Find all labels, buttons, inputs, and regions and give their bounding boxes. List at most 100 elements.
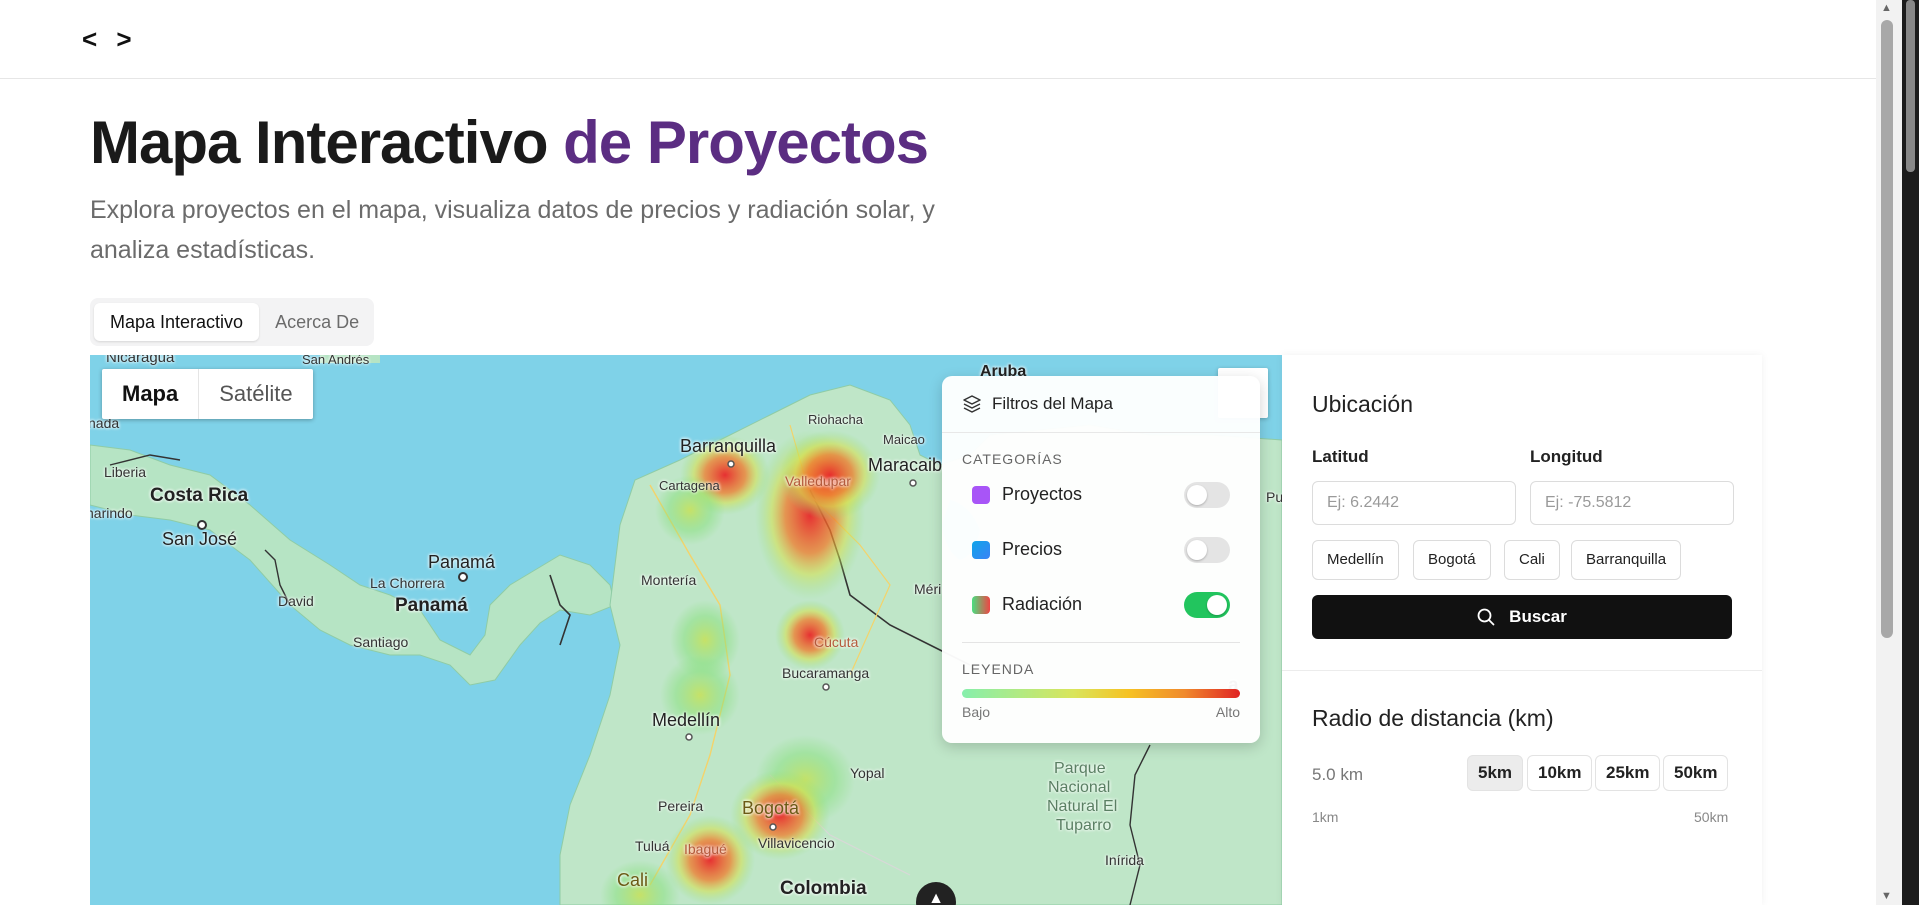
legend-label: LEYENDA bbox=[962, 661, 1035, 677]
map-label-parque-1: Parque bbox=[1054, 760, 1106, 777]
map-label-merida: Méri bbox=[914, 581, 942, 597]
toggle-knob bbox=[1187, 484, 1207, 505]
tab-acerca-de[interactable]: Acerca De bbox=[259, 303, 375, 341]
map-label-david: David bbox=[278, 593, 314, 609]
scroll-down-arrow-icon[interactable]: ▼ bbox=[1881, 890, 1892, 902]
map-label-narindo: narindo bbox=[90, 505, 133, 521]
city-dot-bucaramanga bbox=[822, 683, 830, 691]
longitude-input[interactable] bbox=[1530, 481, 1734, 525]
map-label-cartagena: Cartagena bbox=[659, 478, 720, 493]
map-label-medellin: Medellín bbox=[652, 710, 721, 730]
map-label-bucaramanga: Bucaramanga bbox=[782, 665, 870, 681]
page-title: Mapa Interactivo de Proyectos bbox=[90, 108, 929, 178]
category-row-radiacion: Radiación bbox=[942, 577, 1260, 632]
precios-swatch bbox=[972, 540, 990, 559]
radius-option-25km[interactable]: 25km bbox=[1595, 755, 1661, 791]
map-label-santiago: Santiago bbox=[353, 634, 409, 650]
radius-value: 5.0 km bbox=[1312, 765, 1364, 784]
map-label-panama-region: Panamá bbox=[428, 552, 496, 572]
city-chip-cali[interactable]: Cali bbox=[1504, 540, 1560, 580]
panel-divider bbox=[1282, 670, 1762, 671]
city-dot-barranquilla bbox=[727, 460, 735, 468]
map-label-barranquilla: Barranquilla bbox=[680, 436, 777, 456]
latitude-label: Latitud bbox=[1312, 447, 1369, 466]
filters-divider bbox=[962, 642, 1240, 643]
radius-title: Radio de distancia (km) bbox=[1312, 705, 1554, 731]
legend-high-label: Alto bbox=[1215, 704, 1240, 720]
category-name-precios: Precios bbox=[1002, 539, 1063, 559]
search-icon bbox=[1477, 608, 1495, 626]
legend-low-label: Bajo bbox=[962, 704, 991, 720]
map-label-tulua: Tuluá bbox=[635, 838, 670, 854]
map-label-colombia: Colombia bbox=[780, 878, 867, 899]
map-label-maicao: Maicao bbox=[883, 432, 925, 447]
radius-option-10km[interactable]: 10km bbox=[1527, 755, 1593, 791]
map-label-monteria: Montería bbox=[641, 572, 697, 588]
map-label-pu: Pu bbox=[1266, 489, 1282, 505]
radius-option-5km[interactable]: 5km bbox=[1467, 755, 1524, 791]
filters-title: Filtros del Mapa bbox=[992, 394, 1113, 413]
map-label-ibague: Ibagué bbox=[684, 841, 727, 857]
map-label-nicaragua: Nicaragua bbox=[106, 355, 175, 366]
forward-arrow-icon[interactable]: > bbox=[116, 24, 137, 54]
category-name-radiacion: Radiación bbox=[1002, 594, 1083, 614]
map-label-san-jose: San José bbox=[162, 529, 238, 549]
precios-toggle[interactable] bbox=[1184, 536, 1230, 563]
page-title-main: Mapa Interactivo bbox=[90, 109, 564, 176]
nav-arrows: < > bbox=[82, 24, 138, 55]
search-button[interactable]: Buscar bbox=[1312, 595, 1732, 639]
location-panel: Ubicación Latitud Longitud Medellín Bogo… bbox=[1282, 355, 1762, 905]
latitude-input[interactable] bbox=[1312, 481, 1516, 525]
map-label-cucuta: Cúcuta bbox=[814, 634, 859, 650]
layers-icon bbox=[963, 395, 981, 413]
view-tabs: Mapa Interactivo Acerca De bbox=[90, 298, 374, 346]
city-dot-san-jose bbox=[197, 520, 207, 530]
city-chip-barranquilla[interactable]: Barranquilla bbox=[1571, 540, 1682, 580]
scroll-thumb[interactable] bbox=[1881, 20, 1893, 638]
map-label-costa-rica: Costa Rica bbox=[150, 485, 249, 506]
city-chip-medellin[interactable]: Medellín bbox=[1312, 540, 1399, 580]
proyectos-toggle[interactable] bbox=[1184, 481, 1230, 508]
radius-min-label: 1km bbox=[1312, 809, 1339, 825]
map-label-parque-2: Nacional bbox=[1048, 779, 1111, 796]
toggle-knob bbox=[1207, 594, 1227, 615]
map-label-la-chorrera: La Chorrera bbox=[370, 575, 445, 591]
map-label-inirida: Inírida bbox=[1105, 852, 1144, 868]
map-label-liberia: Liberia bbox=[104, 464, 147, 480]
legend-ends: Bajo Alto bbox=[962, 704, 1240, 720]
page-title-accent: de Proyectos bbox=[563, 109, 929, 176]
location-title: Ubicación bbox=[1312, 391, 1413, 417]
map-label-pereira: Pereira bbox=[658, 798, 704, 814]
back-arrow-icon[interactable]: < bbox=[82, 24, 103, 54]
city-dot-bogota bbox=[769, 823, 777, 831]
map-label-parque-3: Natural El bbox=[1047, 798, 1118, 815]
map-label-cali: Cali bbox=[617, 870, 649, 890]
map-type-control: Mapa Satélite bbox=[102, 369, 313, 419]
map-type-satellite-button[interactable]: Satélite bbox=[199, 369, 312, 419]
proyectos-swatch bbox=[972, 485, 990, 504]
scroll-up-arrow-icon[interactable]: ▲ bbox=[1881, 2, 1892, 14]
longitude-label: Longitud bbox=[1530, 447, 1603, 466]
category-row-precios: Precios bbox=[942, 522, 1260, 577]
radiacion-swatch bbox=[972, 595, 990, 614]
city-chip-bogota[interactable]: Bogotá bbox=[1413, 540, 1491, 580]
map-label-parque-4: Tuparro bbox=[1056, 817, 1112, 834]
search-button-label: Buscar bbox=[1509, 607, 1567, 626]
radiacion-toggle[interactable] bbox=[1184, 591, 1230, 618]
map-type-mapa-button[interactable]: Mapa bbox=[102, 369, 200, 419]
tab-mapa-interactivo[interactable]: Mapa Interactivo bbox=[94, 303, 260, 341]
filters-header: Filtros del Mapa bbox=[942, 376, 1260, 433]
top-bar: < > bbox=[0, 0, 1876, 79]
page-scrollbar[interactable]: ▲ ▼ bbox=[1876, 0, 1902, 905]
edge-scroll-thumb bbox=[1906, 0, 1915, 172]
map-label-riohacha: Riohacha bbox=[808, 412, 863, 427]
city-dot-maracaibo bbox=[909, 479, 917, 487]
legend-gradient-bar bbox=[962, 689, 1240, 698]
toggle-knob bbox=[1187, 539, 1207, 560]
map-label-maracaibo: Maracaib bbox=[868, 455, 943, 475]
category-row-proyectos: Proyectos bbox=[942, 467, 1260, 522]
city-dot-panama bbox=[458, 572, 468, 582]
map-filters-panel: Filtros del Mapa CATEGORÍAS Proyectos Pr… bbox=[942, 376, 1260, 743]
radius-option-50km[interactable]: 50km bbox=[1663, 755, 1729, 791]
city-dot-medellin bbox=[685, 733, 693, 741]
